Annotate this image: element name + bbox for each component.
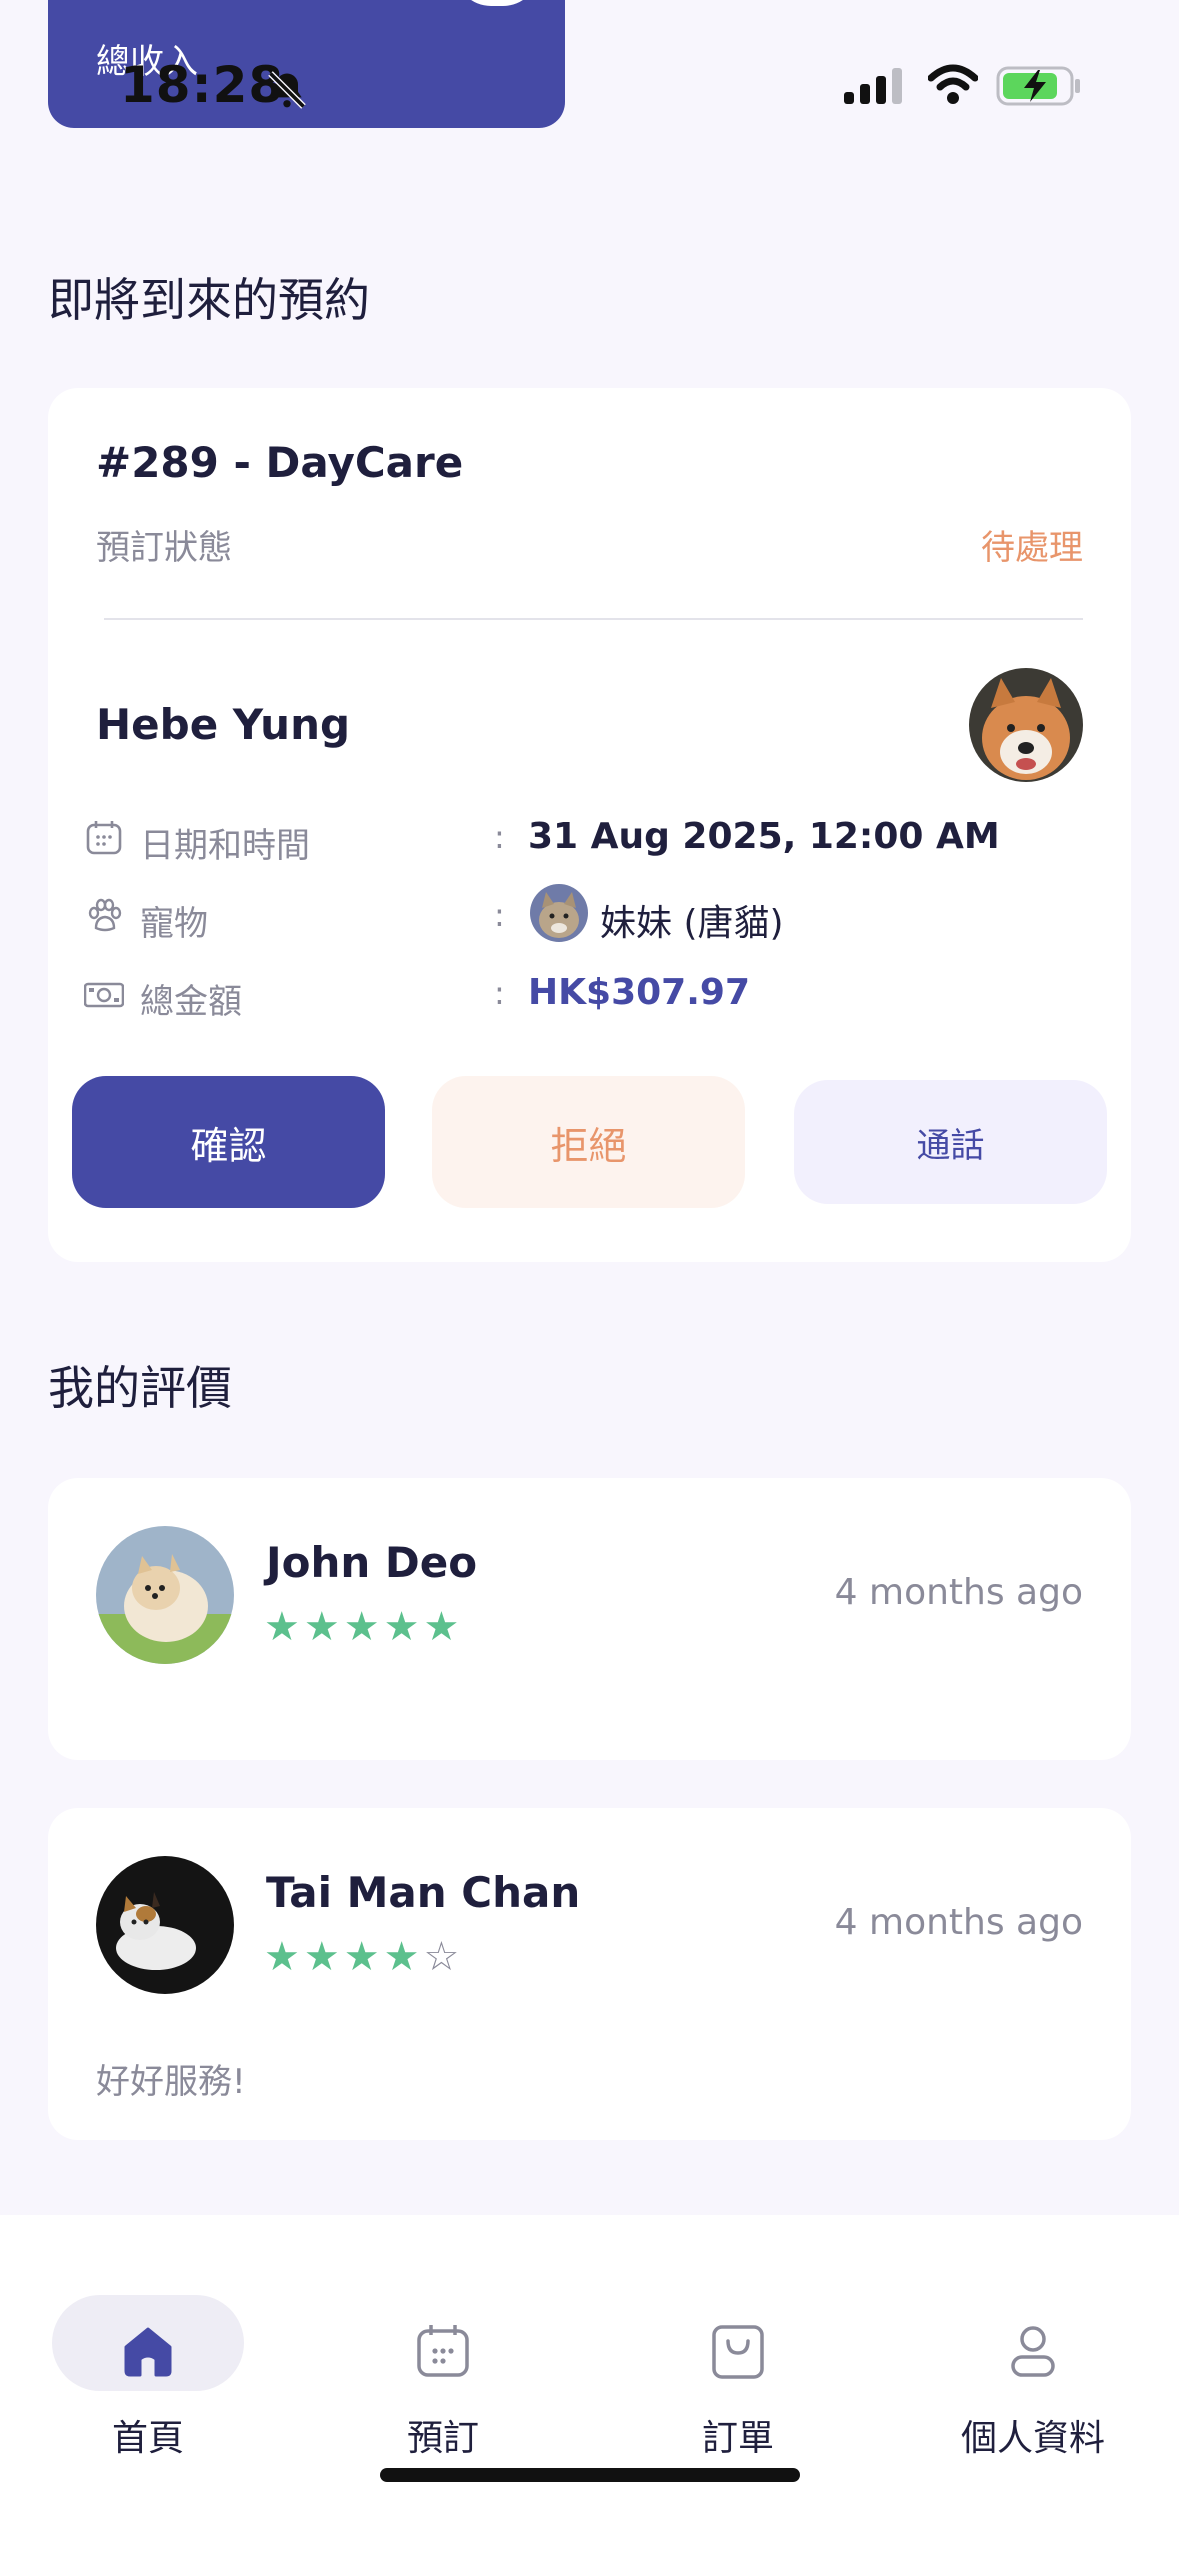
pet-avatar (530, 884, 588, 942)
pet-name: 妹妹 (唐貓) (600, 903, 784, 944)
paw-icon (88, 898, 122, 932)
bottom-nav: 首頁 預訂 訂單 個人資料 (0, 2215, 1179, 2556)
home-indicator[interactable] (380, 2468, 800, 2482)
status-bar-time: 18:28 (120, 56, 285, 114)
star-filled-icon: ★★★★ (264, 1934, 424, 1980)
review-comment: 好好服務! (96, 2062, 246, 2102)
booking-status-label: 預訂狀態 (96, 528, 232, 568)
money-icon (84, 982, 124, 1008)
rating-stars: ★★★★☆ (264, 1934, 463, 1980)
home-icon (124, 2327, 172, 2377)
total-value: HK$307.97 (528, 972, 750, 1013)
nav-label-orders: 訂單 (701, 2418, 774, 2459)
upcoming-section-title: 即將到來的預約 (48, 273, 370, 327)
booking-datetime-row: 日期和時間 : 31 Aug 2025, 12:00 AM (84, 814, 1084, 866)
reviewer-name: Tai Man Chan (266, 1868, 581, 1917)
cellular-signal-icon (844, 68, 902, 104)
wifi-icon (928, 64, 978, 104)
datetime-label: 日期和時間 (140, 826, 310, 866)
battery-charging-icon (996, 66, 1080, 106)
nav-item-home[interactable]: 首頁 (32, 2255, 292, 2459)
reviews-section-title: 我的評價 (48, 1361, 232, 1415)
review-time: 4 months ago (834, 1902, 1083, 1943)
pet-colon: : (494, 896, 505, 934)
nav-item-profile[interactable]: 個人資料 (917, 2255, 1177, 2459)
review-time: 4 months ago (834, 1572, 1083, 1613)
total-colon: : (494, 974, 505, 1012)
total-label: 總金額 (140, 982, 242, 1022)
reviewer-avatar (96, 1856, 234, 1994)
review-card[interactable]: Tai Man Chan ★★★★☆ 4 months ago 好好服務! (48, 1808, 1131, 2140)
nav-item-bookings[interactable]: 預訂 (327, 2255, 587, 2459)
booking-id-title: #289 - DayCare (96, 438, 464, 487)
divider (104, 618, 1083, 620)
user-icon (1011, 2326, 1055, 2377)
reviewer-name: John Deo (266, 1538, 478, 1587)
review-card[interactable]: John Deo ★★★★★ 4 months ago (48, 1478, 1131, 1760)
reviewer-avatar (96, 1526, 234, 1664)
reject-button[interactable]: 拒絕 (432, 1076, 745, 1208)
star-empty-icon: ☆ (423, 1934, 464, 1980)
shopping-bag-icon (712, 2325, 764, 2379)
customer-name: Hebe Yung (96, 700, 351, 749)
datetime-value: 31 Aug 2025, 12:00 AM (528, 816, 1000, 857)
booking-total-row: 總金額 : HK$307.97 (84, 970, 1084, 1022)
star-filled-icon: ★★★★★ (264, 1604, 464, 1650)
booking-pet-row: 寵物 : 妹妹 (唐貓) (84, 884, 1084, 944)
rating-stars: ★★★★★ (264, 1604, 463, 1650)
confirm-button[interactable]: 確認 (72, 1076, 385, 1208)
call-button[interactable]: 通話 (794, 1080, 1107, 1204)
nav-label-home: 首頁 (111, 2418, 184, 2459)
nav-item-orders[interactable]: 訂單 (622, 2255, 882, 2459)
pet-label: 寵物 (140, 904, 208, 944)
booking-status-badge: 待處理 (981, 528, 1083, 568)
nav-label-profile: 個人資料 (960, 2418, 1105, 2459)
bell-muted-icon (268, 71, 306, 109)
datetime-colon: : (494, 818, 505, 856)
nav-label-bookings: 預訂 (406, 2418, 479, 2459)
booking-card[interactable]: #289 - DayCare 預訂狀態 待處理 Hebe Yung 日期和時間 … (48, 388, 1131, 1262)
calendar-icon (86, 821, 122, 855)
calendar-icon (417, 2325, 469, 2377)
customer-avatar[interactable] (969, 668, 1083, 782)
